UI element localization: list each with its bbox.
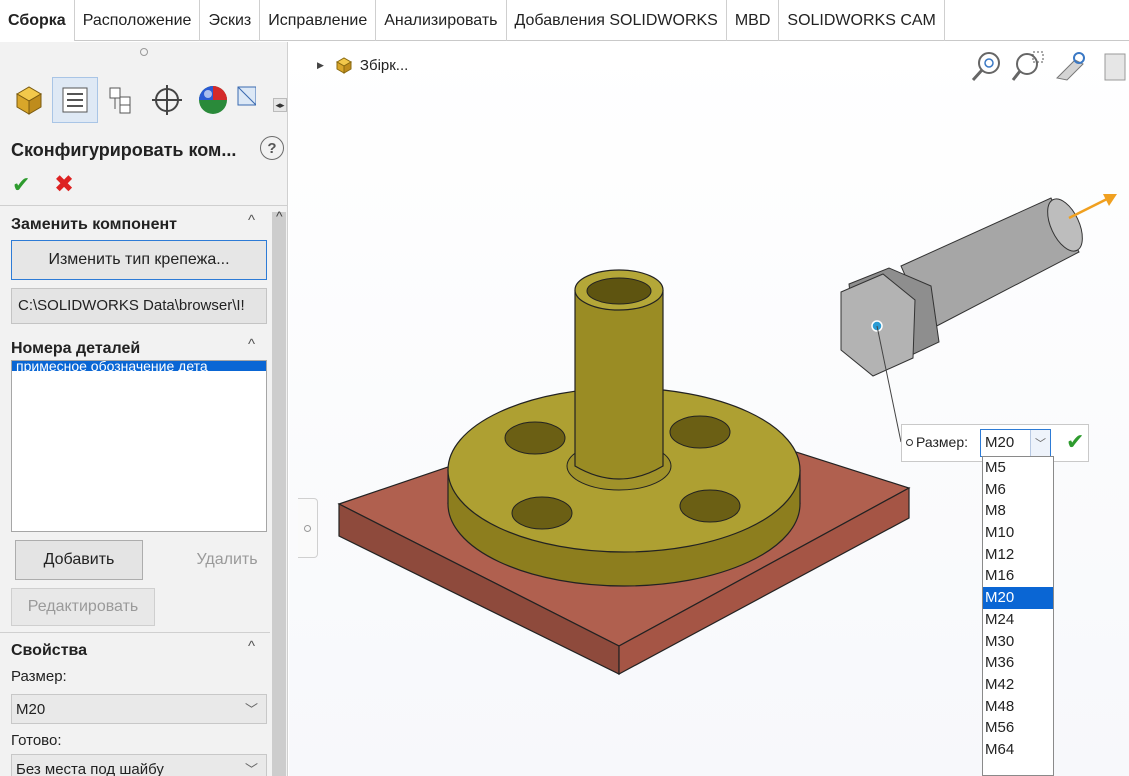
delete-button[interactable]: Удалить <box>186 540 268 580</box>
configuration-manager-icon[interactable] <box>98 77 144 123</box>
list-item[interactable]: примесное обозначение дета <box>12 361 266 371</box>
cam-icon[interactable] <box>236 77 256 123</box>
cancel-x-icon[interactable]: ✖ <box>54 170 74 199</box>
size-option[interactable]: M48 <box>983 696 1053 718</box>
size-field-label: Размер: <box>11 668 67 685</box>
add-button[interactable]: Добавить <box>15 540 143 580</box>
feature-manager-icon[interactable] <box>6 77 52 123</box>
size-combo-value: M20 <box>985 434 1015 451</box>
size-option[interactable]: M8 <box>983 500 1053 522</box>
size-option[interactable]: M56 <box>983 717 1053 739</box>
collapse-chevron-icon[interactable]: ^ <box>248 638 255 655</box>
size-option[interactable]: M36 <box>983 652 1053 674</box>
property-manager-icon[interactable] <box>52 77 98 123</box>
size-dropdown-list: M5 M6 M8 M10 M12 M16 M20 M24 M30 M36 M42 M48 M56 M64 <box>982 456 1054 776</box>
property-manager-panel: ◂▸ Сконфигурировать ком... ? ✔ ✖ ^ Замен… <box>0 42 288 776</box>
tab-7[interactable]: SOLIDWORKS CAM <box>779 0 945 41</box>
size-option[interactable]: M64 <box>983 739 1053 761</box>
size-select-value: M20 <box>16 701 46 718</box>
collapse-chevron-icon[interactable]: ^ <box>248 336 255 353</box>
scroll-up-icon[interactable]: ^ <box>276 208 283 224</box>
ribbon-tabs: Сборка Расположение Эскиз Исправление Анализ… <box>0 0 1129 41</box>
size-option[interactable]: M10 <box>983 522 1053 544</box>
chevron-down-icon[interactable]: ﹀ <box>1030 430 1050 456</box>
callout-pin-icon <box>906 439 913 446</box>
display-manager-icon[interactable] <box>190 77 236 123</box>
graphics-area[interactable]: ▶ Збірк... Размер: M20 ﹀ ✔ M5 M6 M8 M10 … <box>289 42 1129 776</box>
properties-heading: Свойства <box>11 642 88 659</box>
size-option[interactable]: M6 <box>983 479 1053 501</box>
page-title: Сконфигурировать ком... <box>11 140 237 160</box>
edit-button[interactable]: Редактировать <box>11 588 155 626</box>
panel-splitter-handle[interactable] <box>298 498 318 558</box>
panel-scrollbar[interactable] <box>272 212 286 776</box>
size-option[interactable]: M42 <box>983 674 1053 696</box>
size-combo[interactable]: M20 ﹀ <box>980 429 1051 457</box>
divider <box>0 205 287 206</box>
collapse-chevron-icon[interactable]: ^ <box>248 212 255 229</box>
size-option[interactable]: M24 <box>983 609 1053 631</box>
part-numbers-heading: Номера деталей <box>11 340 141 357</box>
part-numbers-list[interactable]: примесное обозначение дета <box>11 360 267 532</box>
change-fastener-button[interactable]: Изменить тип крепежа... <box>11 240 267 280</box>
tab-0[interactable]: Сборка <box>0 0 75 41</box>
manager-tabs <box>6 75 287 125</box>
tab-scroll-icon[interactable]: ◂▸ <box>273 98 287 112</box>
tab-5[interactable]: Добавления SOLIDWORKS <box>507 0 727 41</box>
component-path-field[interactable]: C:\SOLIDWORKS Data\browser\I! <box>11 288 267 324</box>
divider <box>0 632 270 633</box>
size-option[interactable]: M16 <box>983 565 1053 587</box>
panel-grip-icon[interactable] <box>140 48 148 56</box>
ready-field-label: Готово: <box>11 732 62 749</box>
size-select[interactable]: M20 ﹀ <box>11 694 267 724</box>
tab-1[interactable]: Расположение <box>75 0 201 41</box>
help-icon[interactable]: ? <box>260 136 284 160</box>
size-option[interactable]: M20 <box>983 587 1053 609</box>
replace-group-heading: Заменить компонент <box>11 216 177 233</box>
size-option[interactable]: M30 <box>983 631 1053 653</box>
tab-6[interactable]: MBD <box>727 0 780 41</box>
ok-checkmark-icon[interactable]: ✔ <box>12 172 30 198</box>
chevron-down-icon[interactable]: ﹀ <box>245 699 258 718</box>
tab-4[interactable]: Анализировать <box>376 0 507 41</box>
size-callout-label: Размер: <box>916 434 969 450</box>
dimxpert-icon[interactable] <box>144 77 190 123</box>
size-option[interactable]: M12 <box>983 544 1053 566</box>
size-option[interactable]: M5 <box>983 457 1053 479</box>
tab-2[interactable]: Эскиз <box>200 0 261 41</box>
size-ok-checkmark-icon[interactable]: ✔ <box>1066 429 1084 455</box>
ready-select[interactable]: Без места под шайбу ﹀ <box>11 754 267 776</box>
chevron-down-icon[interactable]: ﹀ <box>245 759 258 776</box>
tab-3[interactable]: Исправление <box>260 0 377 41</box>
ready-select-value: Без места под шайбу <box>16 761 164 776</box>
